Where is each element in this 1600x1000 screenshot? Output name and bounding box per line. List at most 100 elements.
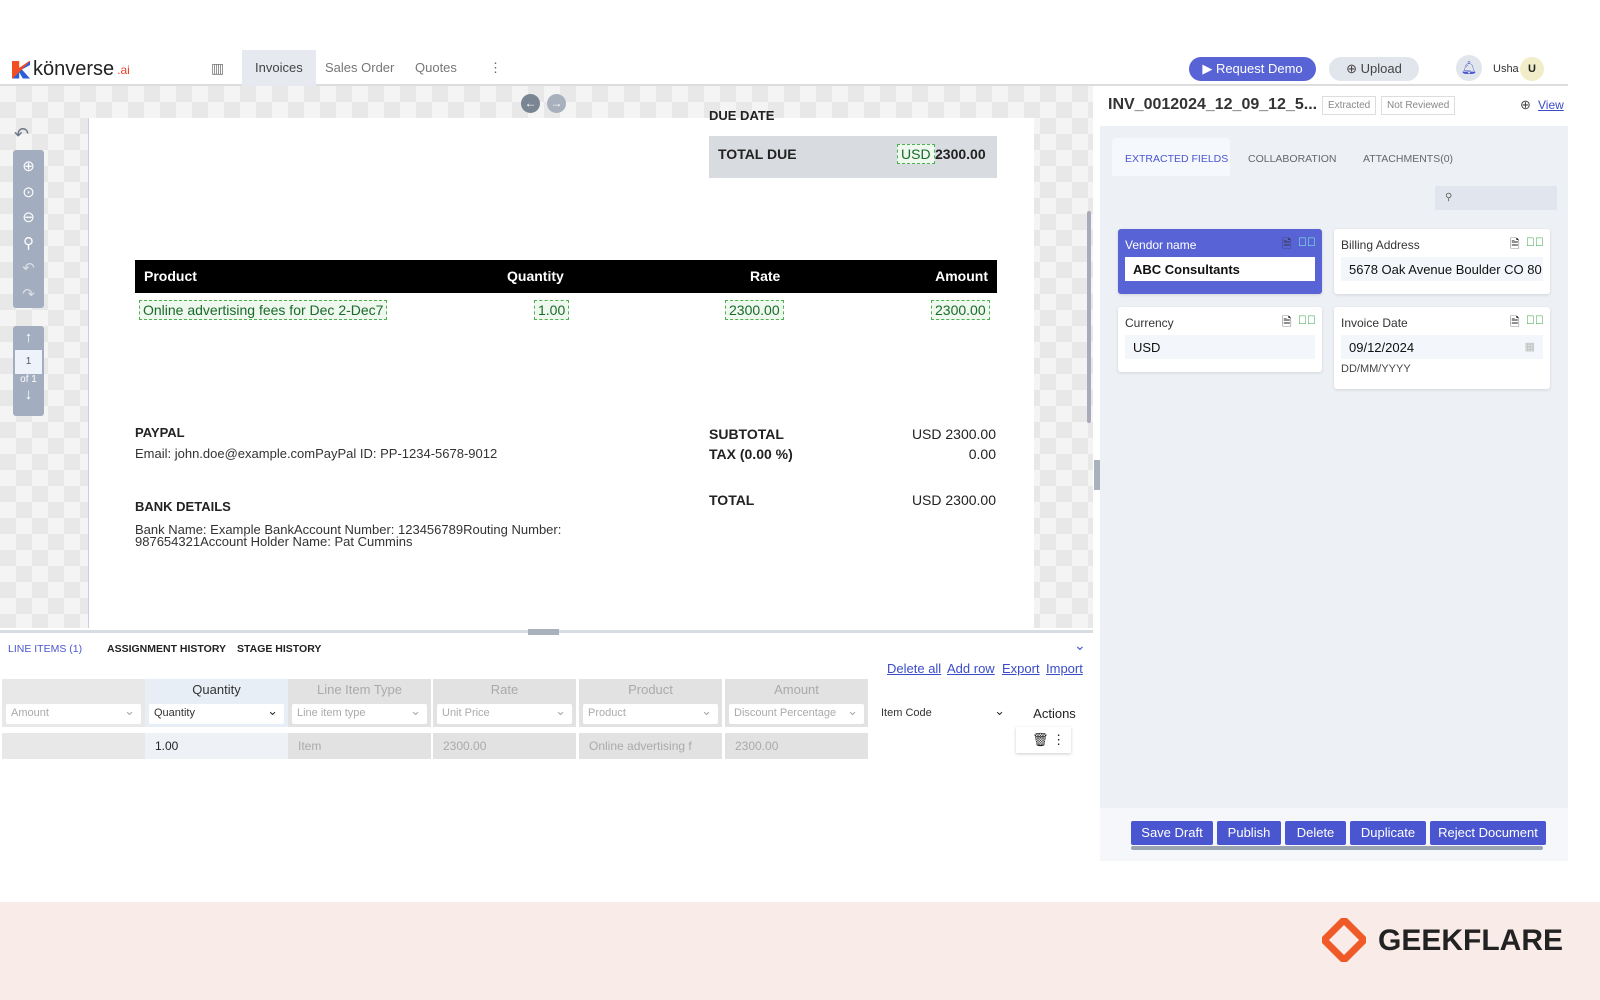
line-item-cell[interactable]: 2300.00 <box>433 733 576 759</box>
next-arrow-icon[interactable]: → <box>547 94 566 113</box>
line-item-cell[interactable] <box>2 733 145 759</box>
line-item-cell[interactable] <box>872 733 1015 759</box>
field-vendor-name[interactable]: Vendor name 🗎︎ ✓⃝ ABC Consultants <box>1118 229 1322 294</box>
field-billing-address[interactable]: Billing Address 🗎︎ ✓⃝ 5678 Oak Avenue Bou… <box>1334 229 1550 294</box>
import-link[interactable]: Import <box>1046 661 1083 676</box>
add-row-link[interactable]: Add row <box>947 661 995 676</box>
column-header <box>2 679 145 701</box>
tax-value: 0.00 <box>968 446 996 462</box>
line-item-cell[interactable]: 2300.00 <box>725 733 868 759</box>
resize-handle[interactable] <box>528 629 559 635</box>
row-amount[interactable]: 2300.00 <box>931 300 990 320</box>
user-name: Usha <box>1493 63 1519 75</box>
column-mapping-select[interactable]: Product <box>583 703 718 724</box>
zoom-in-icon[interactable]: ⊕ <box>13 154 44 180</box>
delete-button[interactable]: Delete <box>1285 821 1346 845</box>
vendor-input[interactable]: ABC Consultants <box>1125 257 1315 281</box>
prev-arrow-icon[interactable]: ← <box>521 94 540 113</box>
page-number-input[interactable]: 1 <box>15 350 42 374</box>
line-item-column: Amount <box>2 679 145 759</box>
document-icon[interactable]: 🗎︎ <box>1282 235 1292 256</box>
billing-input[interactable]: 5678 Oak Avenue Boulder CO 80 <box>1341 257 1543 281</box>
actions-column: Actions 🗑︎ ⋮ <box>1016 679 1093 755</box>
save-draft-button[interactable]: Save Draft <box>1131 821 1213 845</box>
field-currency[interactable]: Currency 🗎︎ ✓⃝ USD <box>1118 307 1322 372</box>
line-item-column: Amount Discount Percentage 2300.00 <box>725 679 868 759</box>
tab-line-items[interactable]: LINE ITEMS (1) <box>8 643 82 655</box>
document-viewer: ← → ↶ ⊕ ⊙ ⊖ ⚲ ↶ ↷ ↑ 1 of 1 ↓ DUE DATE TOTAL D… <box>0 86 1093 628</box>
upload-button[interactable]: ⊕ Upload <box>1329 57 1419 81</box>
nav-quotes[interactable]: Quotes <box>402 50 470 86</box>
column-mapping-select[interactable]: Item Code <box>876 703 1011 724</box>
document-icon[interactable]: 🗎︎ <box>1282 313 1292 334</box>
line-item-cell[interactable]: Item <box>288 733 431 759</box>
view-link[interactable]: View <box>1538 98 1564 112</box>
check-circle-icon: ✓⃝ <box>1298 235 1316 249</box>
row-product[interactable]: Online advertising fees for Dec 2-Dec7 <box>139 300 388 320</box>
nav-sales-order[interactable]: Sales Order <box>312 50 407 86</box>
calendar-icon[interactable]: ▦ <box>1525 340 1535 353</box>
search-icon[interactable]: ⚲ <box>13 231 44 257</box>
tab-stage-history[interactable]: STAGE HISTORY <box>237 643 321 655</box>
more-icon[interactable]: ⋮ <box>476 50 515 86</box>
redo-icon[interactable]: ↷ <box>13 282 44 308</box>
column-mapping-select[interactable]: Line item type <box>292 703 427 724</box>
logo-mark-icon <box>12 60 30 79</box>
date-value: 09/12/2024 <box>1349 340 1415 355</box>
geekflare-wordmark: GEEKFLARE <box>1378 924 1564 957</box>
upload-label: Upload <box>1360 61 1402 76</box>
line-item-column: Item Code <box>872 679 1015 759</box>
download-icon[interactable]: ⊕ <box>1520 97 1531 113</box>
trash-icon[interactable]: 🗑︎ <box>1032 732 1049 747</box>
currency-input[interactable]: USD <box>1125 335 1315 359</box>
collapse-chevron-icon[interactable]: ⌄ <box>1074 637 1086 654</box>
column-mapping-select[interactable]: Quantity <box>149 703 284 724</box>
duplicate-button[interactable]: Duplicate <box>1350 821 1426 845</box>
document-icon[interactable]: 🗎︎ <box>1510 235 1520 256</box>
tab-attachments[interactable]: ATTACHMENTS(0) <box>1363 153 1453 165</box>
line-item-cell[interactable]: 1.00 <box>145 733 288 759</box>
back-icon[interactable]: ↶ <box>14 124 29 145</box>
avatar[interactable]: U <box>1520 57 1544 81</box>
column-mapping-select[interactable]: Discount Percentage <box>729 703 864 724</box>
undo-icon[interactable]: ↶ <box>13 256 44 282</box>
document-icon[interactable]: 🗎︎ <box>1510 313 1520 334</box>
publish-button[interactable]: Publish <box>1217 821 1281 845</box>
tab-assignment-history[interactable]: ASSIGNMENT HISTORY <box>107 643 226 655</box>
document-title: INV_0012024_12_09_12_5... <box>1108 96 1318 113</box>
column-mapping-select[interactable]: Unit Price <box>437 703 572 724</box>
tab-extracted-fields[interactable]: EXTRACTED FIELDS <box>1125 153 1228 165</box>
row-rate[interactable]: 2300.00 <box>725 300 784 320</box>
fit-icon[interactable]: ⊙ <box>13 180 44 206</box>
field-invoice-date[interactable]: Invoice Date 🗎︎ ✓⃝ 09/12/2024 ▦ DD/MM/YYYY <box>1334 307 1550 389</box>
field-search-input[interactable]: ⚲ <box>1435 186 1557 210</box>
row-menu-icon[interactable]: ⋮ <box>1052 732 1065 747</box>
delete-all-link[interactable]: Delete all <box>887 661 941 676</box>
page-up-icon[interactable]: ↑ <box>13 326 44 350</box>
page-down-icon[interactable]: ↓ <box>13 385 44 405</box>
viewer-scrollbar[interactable] <box>1087 211 1091 423</box>
date-input[interactable]: 09/12/2024 ▦ <box>1341 335 1543 359</box>
column-header: Line Item Type <box>288 679 431 701</box>
row-quantity[interactable]: 1.00 <box>534 300 570 320</box>
total-due-currency[interactable]: USD <box>897 144 935 164</box>
export-link[interactable]: Export <box>1002 661 1040 676</box>
paypal-text: Email: john.doe@example.comPayPal ID: PP… <box>135 446 498 461</box>
column-mapping-select[interactable]: Amount <box>6 703 141 724</box>
nav-invoices[interactable]: Invoices <box>242 50 316 86</box>
request-demo-button[interactable]: ▶ Request Demo <box>1189 57 1316 81</box>
geekflare-logo-icon <box>1319 915 1369 965</box>
column-header: Quantity <box>145 679 288 701</box>
reject-document-button[interactable]: Reject Document <box>1430 821 1546 845</box>
brand-suffix: .ai <box>117 62 130 77</box>
konverse-logo[interactable]: könverse .ai <box>12 58 130 81</box>
bell-icon[interactable]: 🔔︎ <box>1456 55 1482 81</box>
tab-collaboration[interactable]: COLLABORATION <box>1248 153 1337 165</box>
column-header: Product <box>579 679 722 701</box>
zoom-out-icon[interactable]: ⊖ <box>13 205 44 231</box>
column-header: Rate <box>433 679 576 701</box>
actions-scrollbar[interactable] <box>1131 846 1543 850</box>
analytics-icon[interactable]: ▥ <box>198 50 237 86</box>
line-item-cell[interactable]: Online advertising f <box>579 733 722 759</box>
bottom-panel: LINE ITEMS (1) ASSIGNMENT HISTORY STAGE … <box>0 629 1093 860</box>
